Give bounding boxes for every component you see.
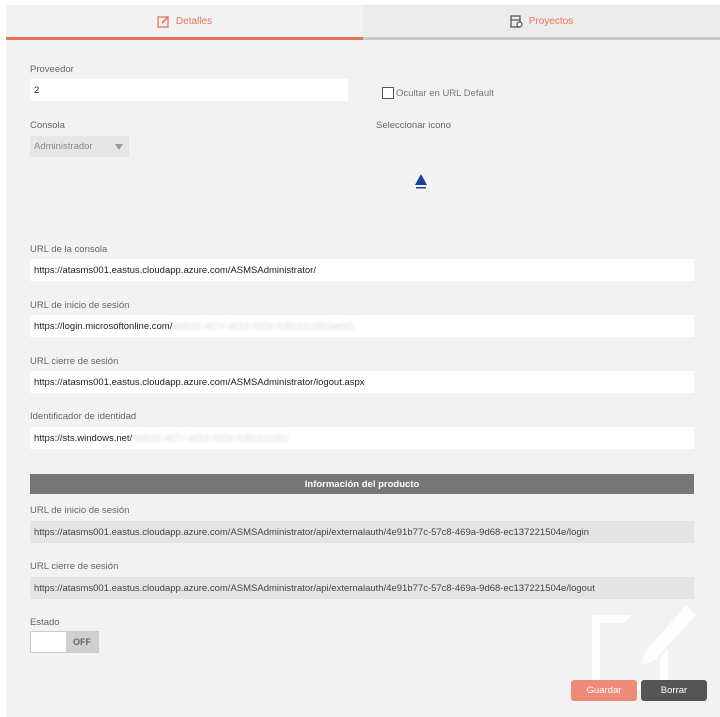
form-panel: Detalles Proyectos Proveedor 2 Ocultar e…	[6, 5, 720, 717]
toggle-state: OFF	[66, 632, 98, 652]
azure-logo-icon[interactable]	[414, 173, 428, 191]
identity-visible: https://sts.windows.net/	[34, 432, 133, 444]
console-label: Consola	[30, 120, 65, 131]
toggle-knob[interactable]	[31, 632, 66, 652]
login-url-visible: https://login.microsoftonline.com/	[34, 320, 173, 332]
tab-proyectos[interactable]: Proyectos	[363, 5, 720, 40]
tab-detalles[interactable]: Detalles	[6, 5, 363, 40]
product-logout-label: URL cierre de sesión	[30, 561, 119, 572]
identity-label: Identificador de identidad	[30, 411, 137, 422]
console-select-value: Administrador	[34, 141, 93, 152]
login-url-obscured: 4e91f1-db7c-a014-932e-5d5c12c0f1/saml2	[172, 320, 355, 332]
edit-watermark-icon	[592, 605, 696, 690]
product-login-label: URL de inicio de sesión	[30, 505, 130, 516]
tab-bar: Detalles Proyectos	[6, 5, 720, 40]
hide-default-checkbox[interactable]: Ocultar en URL Default	[382, 87, 494, 99]
provider-input[interactable]: 2	[30, 79, 348, 101]
identity-input[interactable]: https://sts.windows.net/ 4e91f1-db7c-a01…	[30, 427, 694, 449]
tab-proyectos-label: Proyectos	[528, 15, 574, 27]
status-label: Estado	[30, 617, 60, 628]
login-url-label: URL de inicio de sesión	[30, 300, 130, 311]
icon-select-label: Seleccionar icono	[376, 120, 451, 131]
checkbox-box[interactable]	[382, 87, 394, 99]
console-url-input[interactable]: https://atasms001.eastus.cloudapp.azure.…	[30, 259, 694, 281]
projects-icon	[510, 14, 523, 28]
logout-url-label: URL cierre de sesión	[30, 356, 119, 367]
edit-icon	[157, 15, 169, 28]
chevron-down-icon	[115, 143, 123, 150]
product-login-url: https://atasms001.eastus.cloudapp.azure.…	[30, 521, 694, 543]
logout-url-input[interactable]: https://atasms001.eastus.cloudapp.azure.…	[30, 371, 694, 393]
status-toggle[interactable]: OFF	[30, 631, 99, 653]
provider-label: Proveedor	[30, 64, 74, 75]
product-info-header: Información del producto	[30, 474, 694, 494]
login-url-input[interactable]: https://login.microsoftonline.com/ 4e91f…	[30, 315, 694, 337]
delete-button[interactable]: Borrar	[641, 680, 707, 701]
save-button[interactable]: Guardar	[571, 680, 637, 701]
console-url-label: URL de la consola	[30, 244, 108, 255]
hide-default-label: Ocultar en URL Default	[396, 87, 494, 99]
console-select[interactable]: Administrador	[30, 136, 129, 157]
identity-obscured: 4e91f1-db7c-a014-932e-5d5c12c0f1/	[132, 432, 289, 444]
tab-detalles-label: Detalles	[175, 15, 213, 27]
